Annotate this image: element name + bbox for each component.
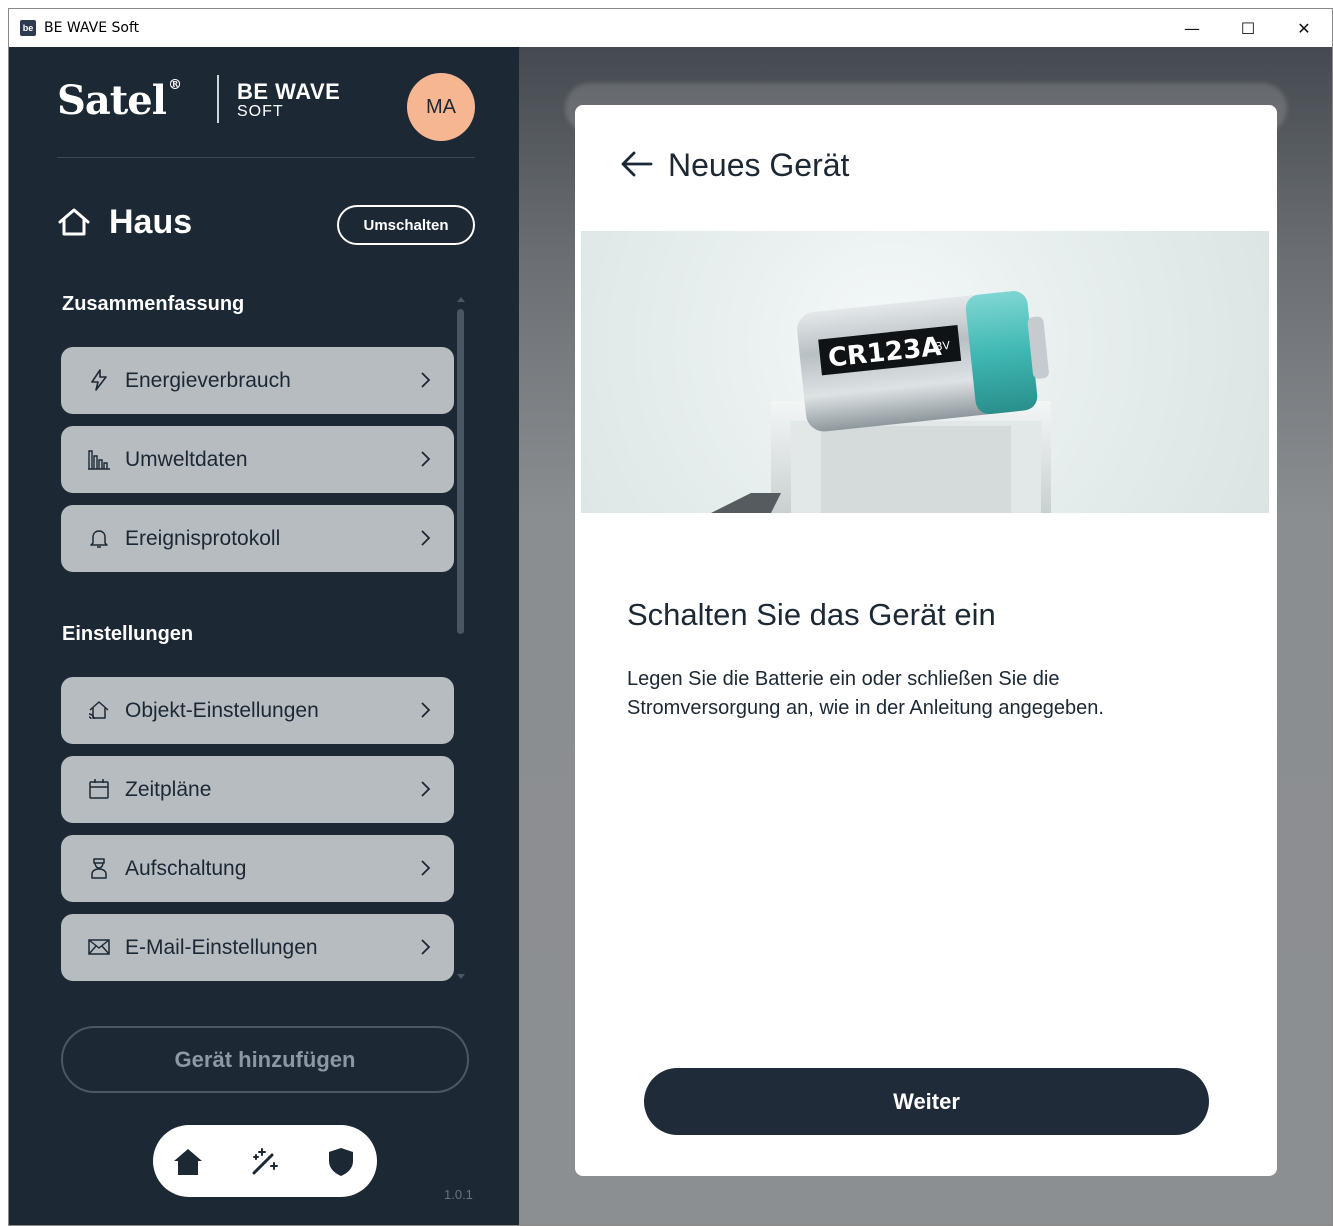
calendar-icon [89,779,109,799]
scroll-up-arrow-icon[interactable] [456,295,466,303]
menu-label: Ereignisprotokoll [125,526,281,550]
new-device-dialog: Neues Gerät CR123A 3V Schalten Sie das G… [575,105,1277,1176]
chevron-right-icon [421,860,431,876]
battery-image: CR123A 3V [711,291,1051,513]
step-description-line: Stromversorgung an, wie in der Anleitung… [627,697,1104,719]
home-wifi-icon [88,701,109,720]
menu-item-monitoring[interactable]: Aufschaltung [61,835,454,902]
menu-label: Zeitpläne [125,777,212,801]
bar-chart-icon [88,450,110,470]
menu-item-environment[interactable]: Umweltdaten [61,426,454,493]
chevron-right-icon [421,451,431,467]
bottom-nav [153,1125,377,1197]
add-device-button[interactable]: Gerät hinzufügen [61,1026,469,1093]
app-version: 1.0.1 [444,1187,473,1202]
menu-item-event-log[interactable]: Ereignisprotokoll [61,505,454,572]
chevron-right-icon [421,372,431,388]
dialog-title: Neues Gerät [668,147,850,183]
product-title: BE WAVE [237,79,341,104]
sidebar: Satel ® BE WAVE SOFT MA Haus Umschalten Z… [9,47,519,1225]
step-description: Legen Sie die Batterie ein oder schließe… [627,665,1187,723]
brand-header: Satel ® BE WAVE SOFT MA [57,73,475,147]
house-outline-icon [58,208,90,236]
next-button[interactable]: Weiter [644,1068,1209,1135]
house-header: Haus Umschalten [57,197,475,245]
divider [57,157,475,158]
logo-separator [217,75,219,123]
menu-item-schedules[interactable]: Zeitpläne [61,756,454,823]
step-description-line: Legen Sie die Batterie ein oder schließe… [627,668,1060,690]
registered-mark: ® [167,77,182,93]
menu-label: Aufschaltung [125,856,247,880]
chevron-right-icon [421,781,431,797]
home-icon[interactable] [171,1145,205,1179]
maximize-button[interactable]: ☐ [1220,9,1276,47]
bell-icon [90,530,108,548]
chevron-right-icon [421,702,431,718]
product-logo: BE WAVE SOFT [237,81,340,120]
user-avatar[interactable]: MA [407,73,475,141]
chevron-right-icon [421,939,431,955]
menu-label: Energieverbrauch [125,368,291,392]
window-title: BE WAVE Soft [44,20,140,36]
lightning-icon [91,369,107,391]
battery-voltage: 3V [935,339,951,353]
product-subtitle: SOFT [237,103,284,120]
app-window: be BE WAVE Soft — ☐ ✕ Satel ® BE WAVE SOF… [8,8,1333,1226]
security-guard-icon [91,858,107,879]
satel-logo: Satel ® [57,77,182,124]
menu-item-object-settings[interactable]: Objekt-Einstellungen [61,677,454,744]
envelope-icon [88,939,110,955]
menu-label: Objekt-Einstellungen [125,698,319,722]
battery-illustration: CR123A 3V [581,231,1269,513]
scroll-down-arrow-icon[interactable] [456,973,466,981]
shield-icon[interactable] [324,1145,358,1179]
switch-house-button[interactable]: Umschalten [337,205,475,245]
section-settings: Einstellungen [62,623,194,645]
step-title: Schalten Sie das Gerät ein [627,597,996,632]
menu-label: Umweltdaten [125,447,248,471]
minimize-button[interactable]: — [1164,9,1220,47]
close-button[interactable]: ✕ [1276,9,1332,47]
menu-item-energy[interactable]: Energieverbrauch [61,347,454,414]
section-summary: Zusammenfassung [62,293,245,315]
scrollbar-thumb[interactable] [457,309,464,634]
chevron-right-icon [421,530,431,546]
title-bar: be BE WAVE Soft — ☐ ✕ [9,9,1332,47]
house-name: Haus [109,203,193,241]
menu-label: E-Mail-Einstellungen [125,935,318,959]
menu-item-email-settings[interactable]: E-Mail-Einstellungen [61,914,454,981]
magic-wand-icon[interactable] [248,1145,282,1179]
satel-logo-text: Satel [57,77,167,124]
app-icon: be [20,20,36,36]
back-arrow-icon[interactable] [619,149,653,179]
